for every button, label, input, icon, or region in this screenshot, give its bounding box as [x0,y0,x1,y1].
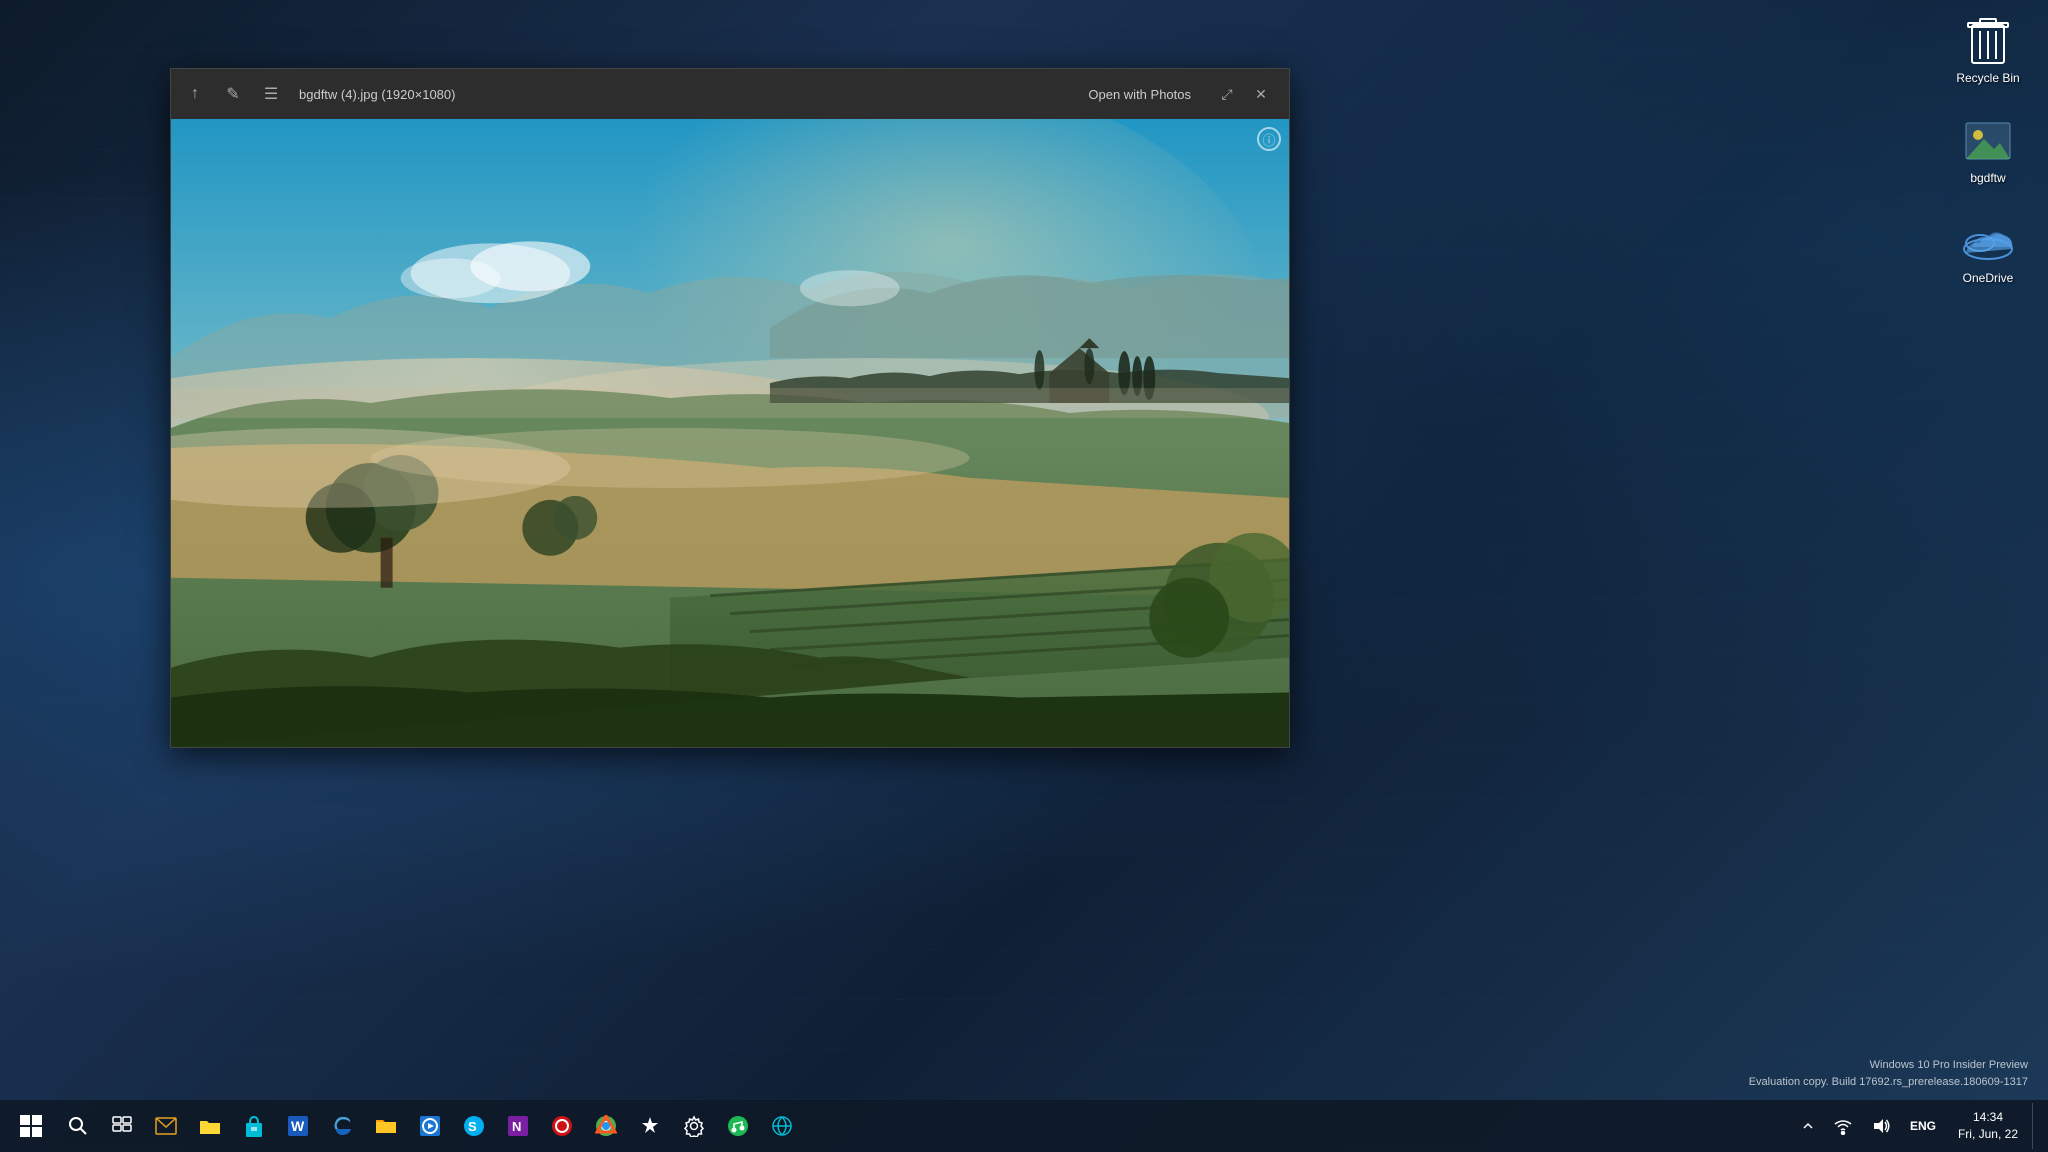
rotate-icon[interactable]: ↑ [183,82,207,106]
window-controls: ⤢ ✕ [1211,78,1277,110]
photo-content: ⓘ [171,119,1289,747]
taskbar-store-icon[interactable] [234,1103,274,1149]
show-desktop-button[interactable] [2032,1103,2040,1149]
recycle-bin-icon [1962,15,2014,67]
onedrive-icon [1962,215,2014,267]
photo-filename: bgdftw (4).jpg (1920×1080) [299,87,455,102]
taskbar-skype-icon[interactable]: S [454,1103,494,1149]
desktop-icon-recycle-bin[interactable]: Recycle Bin [1943,10,2033,90]
taskbar-search-button[interactable] [58,1103,98,1149]
taskbar-settings-icon[interactable] [674,1103,714,1149]
svg-text:N: N [512,1119,521,1134]
svg-text:W: W [291,1118,305,1134]
language-indicator: ENG [1910,1119,1936,1133]
photo-viewer-window: ↑ ✎ ☰ bgdftw (4).jpg (1920×1080) Open wi… [170,68,1290,748]
taskbar-chevron[interactable] [1794,1103,1822,1149]
desktop-icon-onedrive[interactable]: OneDrive [1943,210,2033,290]
taskbar-edge-icon[interactable] [322,1103,362,1149]
bgdftw-icon [1962,115,2014,167]
svg-text:S: S [468,1119,477,1134]
landscape-image [171,119,1289,747]
taskbar-music-icon[interactable] [718,1103,758,1149]
titlebar-toolbar: ↑ ✎ ☰ [183,82,283,106]
taskbar-globe-icon[interactable] [762,1103,802,1149]
taskbar-opera-icon[interactable] [542,1103,582,1149]
taskbar-input-lang[interactable]: ENG [1902,1103,1944,1149]
titlebar-right: Open with Photos ⤢ ✕ [1080,78,1277,110]
taskbar-network-icon[interactable] [1826,1103,1860,1149]
maximize-button[interactable]: ⤢ [1211,78,1243,110]
close-button[interactable]: ✕ [1245,78,1277,110]
edit-icon[interactable]: ✎ [221,82,245,106]
taskbar-medley-icon[interactable] [630,1103,670,1149]
taskbar-chrome-icon[interactable] [586,1103,626,1149]
taskbar-time: 14:34 [1973,1109,2003,1126]
photo-info-icon[interactable]: ⓘ [1257,127,1281,151]
taskbar-onenote-icon[interactable]: N [498,1103,538,1149]
start-button[interactable] [8,1103,54,1149]
taskbar-word-icon[interactable]: W [278,1103,318,1149]
taskbar-volume-icon[interactable] [1864,1103,1898,1149]
bgdftw-label: bgdftw [1970,171,2005,185]
taskbar-app1-icon[interactable] [410,1103,450,1149]
open-with-button[interactable]: Open with Photos [1080,83,1199,106]
taskbar-taskview-button[interactable] [102,1103,142,1149]
taskbar-explorer-icon[interactable] [190,1103,230,1149]
taskbar-mail-icon[interactable] [146,1103,186,1149]
menu-icon[interactable]: ☰ [259,82,283,106]
onedrive-label: OneDrive [1963,271,2014,285]
taskbar-files-icon[interactable] [366,1103,406,1149]
recycle-bin-label: Recycle Bin [1956,71,2019,85]
taskbar-date: Fri, Jun, 22 [1958,1126,2018,1143]
photo-viewer-titlebar: ↑ ✎ ☰ bgdftw (4).jpg (1920×1080) Open wi… [171,69,1289,119]
desktop-icon-bgdftw[interactable]: bgdftw [1943,110,2033,190]
desktop-icons-container: Recycle Bin bgdftw OneDrive [1928,0,2048,290]
taskbar: W S N [0,1100,2048,1152]
taskbar-clock[interactable]: 14:34 Fri, Jun, 22 [1948,1105,2028,1147]
